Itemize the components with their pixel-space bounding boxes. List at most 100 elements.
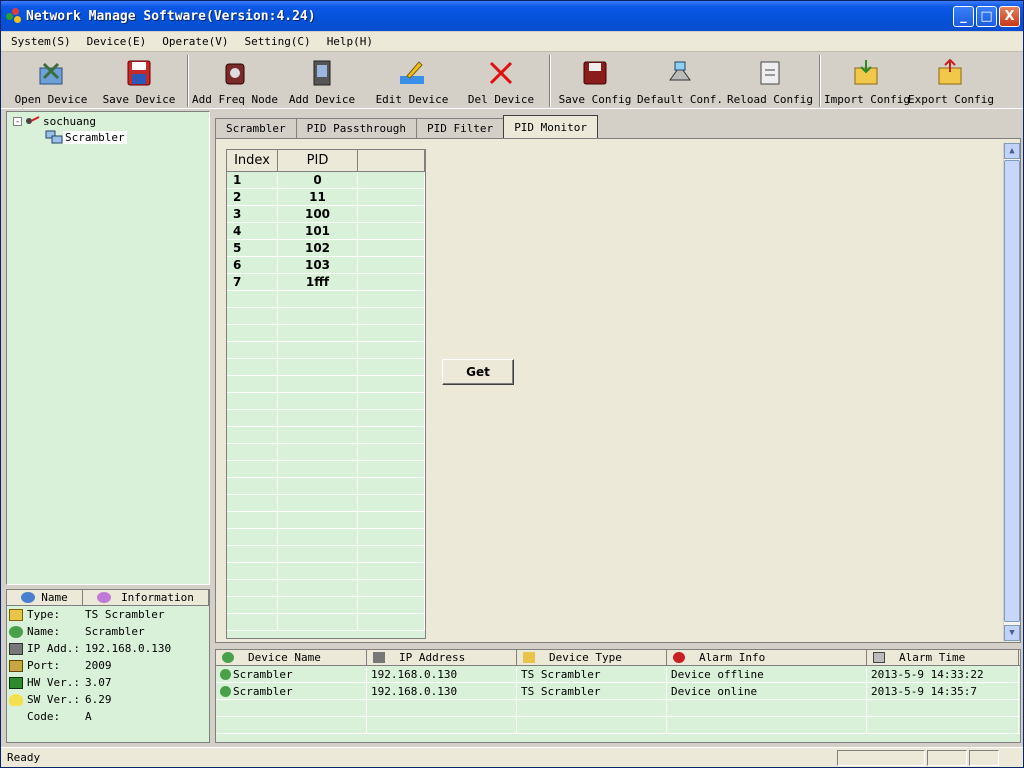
reload-config-icon (754, 57, 786, 89)
tab-strip: Scrambler PID Passthrough PID Filter PID… (215, 115, 599, 138)
tab-scrambler[interactable]: Scrambler (215, 118, 297, 138)
status-bar: Ready (1, 747, 1023, 767)
bulb-icon (9, 693, 23, 706)
toolbar-separator (819, 55, 821, 107)
table-row[interactable]: 7 1fff (227, 274, 425, 291)
column-header-device-type[interactable]: Device Type (517, 650, 667, 665)
ip-address-icon (9, 642, 23, 655)
clock-icon (873, 652, 885, 663)
table-row[interactable]: 10 (227, 172, 425, 189)
empty-table-row (227, 342, 425, 359)
reload-config-button[interactable]: Reload Config (725, 53, 815, 107)
column-header-empty[interactable] (358, 150, 425, 171)
maximize-button[interactable]: □ (976, 6, 997, 27)
scroll-thumb[interactable] (1004, 160, 1020, 622)
tab-pid-passthrough[interactable]: PID Passthrough (295, 118, 417, 138)
add-device-button[interactable]: Add Device (277, 53, 367, 107)
column-header-alarm-info[interactable]: Alarm Info (667, 650, 867, 665)
menu-help[interactable]: Help(H) (317, 35, 379, 48)
title-bar[interactable]: Network Manage Software(Version:4.24) _ … (1, 1, 1023, 31)
info-value: 2009 (85, 659, 112, 672)
export-config-button[interactable]: Export Config (908, 53, 994, 107)
vertical-scrollbar[interactable]: ▲ ▼ (1003, 143, 1020, 641)
pid-monitor-panel: Index PID 10 2 11 3 100 4 101 5 102 6 103 7 1f… (215, 138, 1021, 643)
column-header-index[interactable]: Index (227, 150, 278, 171)
empty-table-row (227, 376, 425, 393)
pid-table-body: 10 2 11 3 100 4 101 5 102 6 103 7 1fff (227, 172, 425, 631)
empty-table-row (227, 546, 425, 563)
column-header-ip-address[interactable]: IP Address (367, 650, 517, 665)
table-row[interactable]: 2 11 (227, 189, 425, 206)
menu-operate[interactable]: Operate(V) (152, 35, 234, 48)
open-device-button[interactable]: Open Device (7, 53, 95, 107)
table-row[interactable]: Scrambler 192.168.0.130 TS Scrambler Dev… (216, 683, 1020, 700)
status-text: Ready (7, 751, 41, 764)
empty-table-row (227, 478, 425, 495)
collapse-icon[interactable]: - (13, 116, 22, 126)
scroll-up-icon[interactable]: ▲ (1004, 143, 1020, 159)
tab-pid-monitor[interactable]: PID Monitor (503, 115, 599, 138)
default-conf-button[interactable]: Default Conf. (635, 53, 725, 107)
info-row: Name: Scrambler (7, 623, 209, 640)
empty-table-row (227, 597, 425, 614)
hardware-icon (9, 676, 23, 689)
empty-table-row (227, 495, 425, 512)
name-icon (9, 625, 23, 638)
import-config-button[interactable]: Import Config (824, 53, 910, 107)
window-title: Network Manage Software(Version:4.24) (26, 8, 316, 24)
info-row: HW Ver.: 3.07 (7, 674, 209, 691)
save-config-button[interactable]: Save Config (555, 53, 635, 107)
table-row[interactable]: 4 101 (227, 223, 425, 240)
tree-node-root[interactable]: - sochuang (7, 113, 209, 129)
column-header-device-name[interactable]: Device Name (216, 650, 367, 665)
default-config-icon (664, 57, 696, 89)
table-row[interactable]: Scrambler 192.168.0.130 TS Scrambler Dev… (216, 666, 1020, 683)
table-row[interactable]: 5 102 (227, 240, 425, 257)
menu-system[interactable]: System(S) (1, 35, 77, 48)
table-row[interactable]: 6 103 (227, 257, 425, 274)
get-button[interactable]: Get (442, 359, 514, 385)
tree-node-scrambler[interactable]: Scrambler (7, 129, 209, 145)
empty-table-row (227, 461, 425, 478)
tree-node-label: Scrambler (63, 130, 127, 144)
export-config-icon (935, 57, 967, 89)
column-header-pid[interactable]: PID (278, 150, 358, 171)
del-device-button[interactable]: Del Device (457, 53, 545, 107)
add-freq-node-icon (219, 57, 251, 89)
empty-table-row (227, 512, 425, 529)
info-header-name[interactable]: Name (7, 590, 83, 605)
info-row: Port: 2009 (7, 657, 209, 674)
add-freq-node-button[interactable]: Add Freq Node (192, 53, 278, 107)
empty-table-row (227, 563, 425, 580)
info-value: TS Scrambler (85, 608, 165, 621)
menu-device[interactable]: Device(E) (77, 35, 153, 48)
menu-bar: System(S) Device(E) Operate(V) Setting(C… (1, 32, 1023, 52)
info-value: 6.29 (85, 693, 112, 706)
minimize-button[interactable]: _ (953, 6, 974, 27)
toolbar: Open Device Save Device Add Freq Node Ad… (1, 53, 1023, 109)
empty-table-row (227, 308, 425, 325)
column-header-alarm-time[interactable]: Alarm Time (867, 650, 1019, 665)
edit-device-button[interactable]: Edit Device (367, 53, 457, 107)
empty-table-row (227, 325, 425, 342)
info-row: IP Add.: 192.168.0.130 (7, 640, 209, 657)
menu-setting[interactable]: Setting(C) (234, 35, 316, 48)
info-header-information[interactable]: Information (83, 590, 209, 605)
scroll-down-icon[interactable]: ▼ (1004, 625, 1020, 641)
pid-table[interactable]: Index PID 10 2 11 3 100 4 101 5 102 6 103 7 1f… (226, 149, 426, 639)
alarm-list[interactable]: Device Name IP Address Device Type Alarm… (215, 649, 1021, 743)
tab-pid-filter[interactable]: PID Filter (415, 118, 505, 138)
device-status-icon (220, 668, 231, 680)
close-button[interactable]: X (999, 6, 1020, 27)
palette-icon (97, 592, 112, 603)
status-panel (927, 749, 967, 766)
status-panel (837, 749, 925, 766)
save-device-button[interactable]: Save Device (95, 53, 183, 107)
edit-device-icon (396, 57, 428, 89)
red-x-icon (485, 57, 517, 89)
alarm-icon (673, 652, 685, 663)
device-tree[interactable]: - sochuang Scrambler (6, 111, 210, 585)
info-value: Scrambler (85, 625, 145, 638)
table-row[interactable]: 3 100 (227, 206, 425, 223)
empty-table-row (227, 393, 425, 410)
